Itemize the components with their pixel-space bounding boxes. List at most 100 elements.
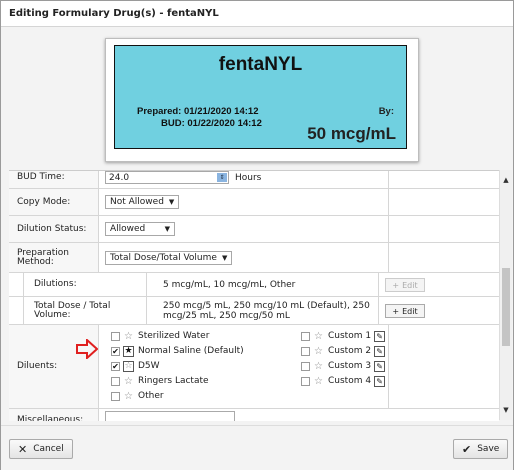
dilutions-value: 5 mcg/mL, 10 mcg/mL, Other — [163, 279, 296, 290]
bud-time-input[interactable]: 24.0 ⇕ — [105, 171, 229, 184]
cancel-label: Cancel — [33, 444, 64, 454]
copy-mode-row: Copy Mode: Not Allowed ▼ — [9, 189, 499, 216]
label-concentration: 50 mcg/mL — [307, 124, 396, 143]
diluent-name: D5W — [138, 361, 160, 371]
star-outline-icon[interactable]: ☆ — [313, 376, 324, 387]
copy-mode-value: Not Allowed — [110, 197, 164, 207]
diluent-checkbox[interactable] — [111, 391, 120, 401]
diluent-checkbox[interactable] — [301, 346, 310, 356]
diluent-checkbox[interactable] — [301, 376, 310, 386]
dilution-status-select[interactable]: Allowed ▼ — [105, 222, 175, 236]
diluent-checkbox[interactable] — [301, 331, 310, 341]
diluent-checkbox[interactable] — [301, 361, 310, 371]
dilutions-row: Dilutions: 5 mcg/mL, 10 mcg/mL, Other + E… — [9, 273, 499, 297]
check-icon: ✔ — [462, 442, 472, 456]
star-outline-icon[interactable]: ☆ — [123, 331, 134, 342]
diluent-name: Other — [138, 391, 164, 401]
diluent-normal-saline[interactable]: ✔ ★ Normal Saline (Default) — [111, 344, 244, 358]
diluent-custom-4[interactable]: ☆ Custom 4 ✎ — [301, 374, 386, 388]
diluents-row: Diluents: ☆ Sterilized Water ✔ ★ Normal … — [9, 325, 499, 409]
bud-time-value-cell: 24.0 ⇕ Hours — [105, 171, 389, 188]
scroll-down-icon[interactable]: ▼ — [500, 406, 512, 414]
pencil-icon[interactable]: ✎ — [374, 375, 386, 387]
star-outline-icon[interactable]: ☆ — [123, 391, 134, 402]
diluent-name: Sterilized Water — [138, 331, 210, 341]
diluent-name: Normal Saline (Default) — [138, 346, 244, 356]
chevron-down-icon: ▼ — [164, 225, 170, 233]
diluent-other[interactable]: ☆ Other — [111, 389, 164, 403]
dilution-status-right-col — [388, 216, 499, 242]
preparation-method-value-cell: Total Dose/Total Volume ▼ — [105, 243, 389, 272]
bud-time-spinner[interactable]: ⇕ — [217, 173, 227, 182]
edit-formulary-dialog: Editing Formulary Drug(s) - fentaNYL fen… — [0, 0, 514, 470]
preparation-method-select[interactable]: Total Dose/Total Volume ▼ — [105, 250, 233, 265]
diluent-d5w[interactable]: ✔ ☆ D5W — [111, 359, 160, 373]
save-button[interactable]: ✔ Save — [453, 439, 509, 459]
label-dates: Prepared: 01/21/2020 14:12 BUD: 01/22/20… — [137, 106, 262, 130]
dilution-status-row: Dilution Status: Allowed ▼ — [9, 216, 499, 243]
preparation-method-value: Total Dose/Total Volume — [110, 252, 217, 263]
scroll-thumb[interactable] — [502, 268, 510, 346]
miscellaneous-row: Miscellaneous: — [9, 409, 499, 421]
label-by: By: — [378, 106, 394, 117]
star-outline-icon[interactable]: ☆ — [313, 361, 324, 372]
form-scrollbar[interactable]: ▲ ▼ — [499, 170, 512, 420]
pencil-icon[interactable]: ✎ — [374, 345, 386, 357]
dialog-footer: ✕ Cancel ✔ Save — [1, 425, 513, 470]
diluent-checkbox[interactable] — [111, 376, 120, 386]
diluent-checkbox[interactable] — [111, 331, 120, 341]
drug-name-prefix: fenta — [218, 54, 265, 75]
label-face: fentaNYL Prepared: 01/21/2020 14:12 BUD:… — [114, 45, 407, 149]
star-filled-icon[interactable]: ★ — [123, 345, 134, 357]
dilutions-label: Dilutions: — [23, 273, 147, 296]
chevron-down-icon: ▼ — [221, 253, 228, 262]
label-preview-area: fentaNYL Prepared: 01/21/2020 14:12 BUD:… — [1, 28, 513, 168]
copy-mode-right-col — [388, 189, 499, 215]
diluent-name: Custom 1 — [328, 331, 372, 341]
total-dose-right-col — [378, 297, 499, 324]
dilution-status-value-cell: Allowed ▼ — [105, 216, 389, 242]
diluent-sterilized-water[interactable]: ☆ Sterilized Water — [111, 329, 209, 343]
total-dose-label: Total Dose / Total Volume: — [23, 297, 147, 324]
pencil-icon[interactable]: ✎ — [374, 330, 386, 342]
close-icon: ✕ — [18, 442, 28, 456]
label-preview-card: fentaNYL Prepared: 01/21/2020 14:12 BUD:… — [105, 38, 419, 162]
star-outline-icon[interactable]: ☆ — [123, 360, 134, 372]
diluent-checkbox[interactable]: ✔ — [111, 346, 120, 356]
diluent-custom-1[interactable]: ☆ Custom 1 ✎ — [301, 329, 386, 343]
label-prepared: Prepared: 01/21/2020 14:12 — [137, 106, 259, 117]
diluents-label: Diluents: — [9, 325, 99, 408]
label-drug-name: fentaNYL — [115, 54, 406, 76]
red-arrow-icon — [76, 339, 98, 359]
star-outline-icon[interactable]: ☆ — [313, 331, 324, 342]
bud-time-label: BUD Time: — [9, 171, 99, 188]
preparation-method-right-col — [388, 243, 499, 272]
pencil-icon[interactable]: ✎ — [374, 360, 386, 372]
drug-name-caps: NYL — [264, 54, 303, 75]
preparation-method-label: Preparation Method: — [9, 243, 99, 272]
form-scroll-area[interactable]: BUD Time: 24.0 ⇕ Hours Copy Mode: Not All… — [9, 170, 499, 421]
diluent-custom-2[interactable]: ☆ Custom 2 ✎ — [301, 344, 386, 358]
preparation-method-row: Preparation Method: Total Dose/Total Vol… — [9, 243, 499, 273]
scroll-up-icon[interactable]: ▲ — [500, 176, 512, 184]
dialog-title: Editing Formulary Drug(s) - fentaNYL — [1, 1, 513, 27]
cancel-button[interactable]: ✕ Cancel — [9, 439, 73, 459]
dilution-status-value: Allowed — [110, 224, 146, 234]
bud-time-row: BUD Time: 24.0 ⇕ Hours — [9, 171, 499, 189]
miscellaneous-input[interactable] — [105, 411, 235, 421]
diluent-checkbox[interactable]: ✔ — [111, 361, 120, 371]
copy-mode-value-cell: Not Allowed ▼ — [105, 189, 389, 215]
star-outline-icon[interactable]: ☆ — [123, 376, 134, 387]
diluent-name: Custom 2 — [328, 346, 372, 356]
bud-time-right-col — [388, 171, 499, 188]
diluent-custom-3[interactable]: ☆ Custom 3 ✎ — [301, 359, 386, 373]
diluent-ringers-lactate[interactable]: ☆ Ringers Lactate — [111, 374, 209, 388]
star-outline-icon[interactable]: ☆ — [313, 346, 324, 357]
total-dose-row: Total Dose / Total Volume: 250 mcg/5 mL,… — [9, 297, 499, 325]
copy-mode-select[interactable]: Not Allowed ▼ — [105, 195, 180, 209]
miscellaneous-label: Miscellaneous: — [9, 409, 99, 421]
total-dose-value: 250 mcg/5 mL, 250 mcg/10 mL (Default), 2… — [163, 300, 370, 321]
bud-time-value: 24.0 — [109, 172, 130, 183]
label-bud: BUD: 01/22/2020 14:12 — [161, 118, 262, 129]
dilution-status-label: Dilution Status: — [9, 216, 99, 242]
